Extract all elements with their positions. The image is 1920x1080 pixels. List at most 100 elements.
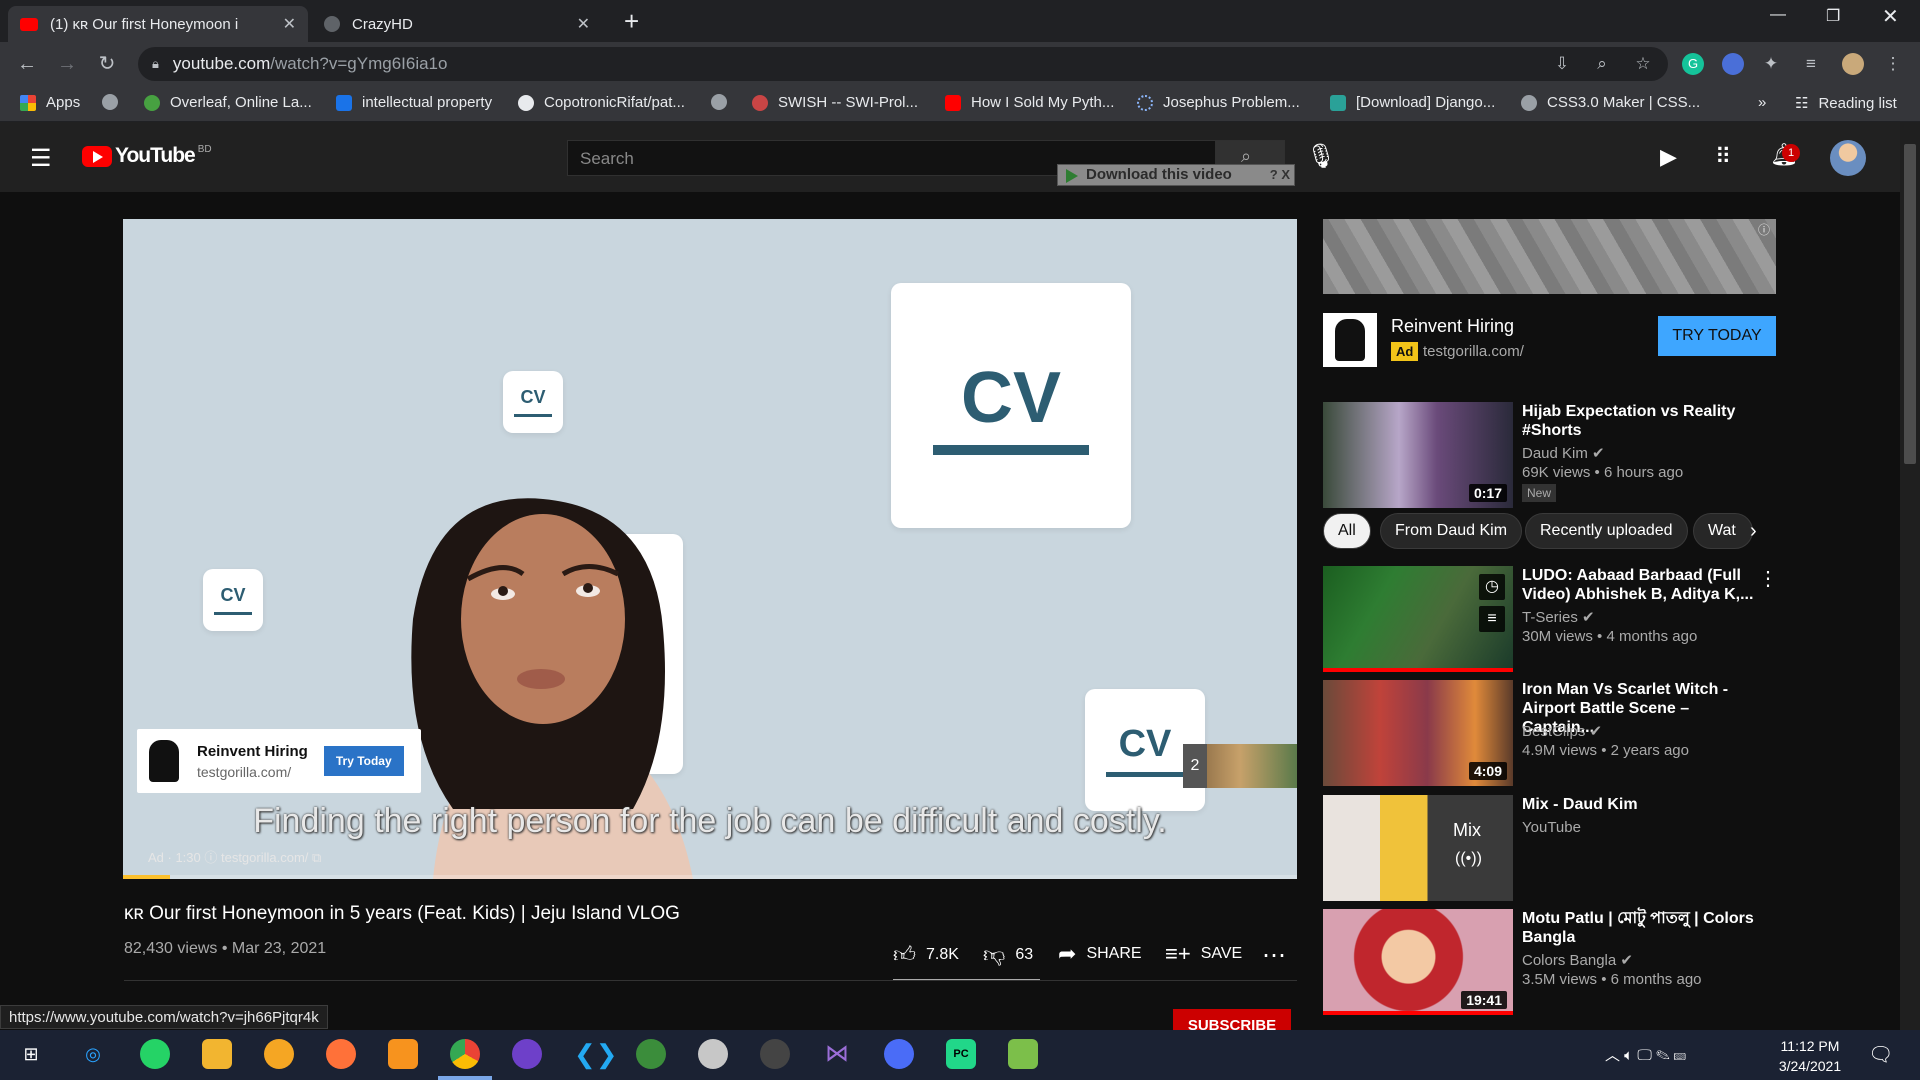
bookmark-overleaf[interactable]: Overleaf, Online La... (144, 94, 312, 111)
user-avatar[interactable] (1830, 140, 1866, 176)
sidebar-video-item[interactable]: ◷ ≡ LUDO: Aabaad Barbaad (Full Video) Ab… (1323, 566, 1778, 672)
browser-tab-strip: (1) ᴋʀ Our first Honeymoon i ✕ CrazyHD ✕… (0, 0, 1920, 42)
chip-recently-uploaded[interactable]: Recently uploaded (1525, 513, 1688, 549)
chip-watched[interactable]: Wat (1693, 513, 1753, 549)
install-app-icon[interactable]: ⇩ (1551, 53, 1573, 75)
more-actions-icon[interactable]: ⋯ (1262, 941, 1286, 970)
system-tray-icons[interactable]: ︿ 🔈︎ 🖵 ✎ ⌨ (1605, 1044, 1686, 1065)
close-tab-icon[interactable]: ✕ (577, 14, 590, 34)
save-button[interactable]: ≡+ SAVE (1165, 941, 1242, 967)
tab-crazyhd[interactable]: CrazyHD ✕ (312, 6, 602, 42)
testgorilla-logo-icon (149, 740, 179, 782)
add-to-queue-icon[interactable]: ≡ (1479, 606, 1505, 632)
new-tab-button[interactable]: + (624, 6, 639, 37)
ad-info-icon[interactable]: ⓘ (1758, 221, 1770, 238)
app-icon-lime[interactable] (1008, 1039, 1038, 1069)
vscode-icon[interactable]: ❮❯ (574, 1039, 618, 1069)
back-button[interactable]: ← (15, 52, 39, 76)
messenger-icon[interactable] (884, 1039, 914, 1069)
profile-avatar[interactable] (1842, 53, 1864, 75)
app-icon-green[interactable] (636, 1039, 666, 1069)
share-button[interactable]: ➦ SHARE (1058, 941, 1142, 967)
extension-icon[interactable] (1722, 53, 1744, 75)
firefox-icon[interactable] (326, 1039, 356, 1069)
chip-from-daud-kim[interactable]: From Daud Kim (1380, 513, 1523, 549)
app-icon-dark[interactable] (760, 1039, 790, 1069)
pycharm-icon[interactable]: PC (946, 1039, 976, 1069)
sidebar-video-item[interactable]: 4:09 Iron Man Vs Scarlet Witch - Airport… (1323, 680, 1776, 786)
chevron-right-icon[interactable]: › (1750, 520, 1757, 543)
tab-title: (1) ᴋʀ Our first Honeymoon i (50, 15, 239, 33)
reading-list-button[interactable]: ☷ Reading list (1795, 94, 1897, 113)
sidebar-video-item[interactable]: 0:17 Hijab Expectation vs Reality #Short… (1323, 402, 1776, 508)
app-icon[interactable] (264, 1039, 294, 1069)
search-icon[interactable]: ◎ (78, 1039, 108, 1069)
close-window-button[interactable]: ✕ (1882, 4, 1899, 29)
action-center-icon[interactable]: 🗨︎ (1868, 1042, 1893, 1067)
bookmark-globe-2[interactable] (711, 94, 737, 110)
chrome-menu-icon[interactable]: ⋮ (1882, 53, 1904, 75)
whatsapp-icon[interactable] (140, 1039, 170, 1069)
bookmark-apps[interactable]: Apps (20, 94, 80, 111)
grammarly-extension-icon[interactable]: G (1682, 53, 1704, 75)
app-icon-gray[interactable] (698, 1039, 728, 1069)
sidebar-ad-url: testgorilla.com/ (1423, 343, 1524, 360)
forward-button[interactable]: → (55, 52, 79, 76)
close-tab-icon[interactable]: ✕ (283, 14, 296, 34)
bookmark-swish[interactable]: SWISH -- SWI-Prol... (752, 94, 918, 111)
try-today-button[interactable]: TRY TODAY (1658, 316, 1776, 356)
youtube-logo[interactable]: YouTube BD (82, 144, 212, 168)
zoom-icon[interactable]: ⌕ (1591, 53, 1613, 75)
media-control-icon[interactable]: ≡ (1800, 53, 1822, 75)
bookmark-star-icon[interactable]: ☆ (1632, 53, 1654, 75)
hamburger-menu-icon[interactable]: ☰ (30, 144, 52, 173)
bookmark-intellectual-property[interactable]: intellectual property (336, 94, 492, 111)
dislike-button[interactable]: 👎︎ 63 (983, 941, 1033, 968)
visual-studio-icon[interactable]: ⋈ (822, 1039, 852, 1069)
reload-button[interactable]: ↻ (95, 52, 119, 76)
bookmark-css-maker[interactable]: CSS3.0 Maker | CSS... (1521, 94, 1700, 111)
extensions-puzzle-icon[interactable]: ✦ (1760, 53, 1782, 75)
next-ad-thumbnail[interactable]: 2 (1183, 744, 1297, 788)
sidebar-ad[interactable]: Reinvent Hiring Ad testgorilla.com/ TRY … (1323, 313, 1776, 367)
page-scrollbar[interactable] (1900, 122, 1920, 1030)
apps-grid-icon[interactable]: ⠿ (1715, 144, 1731, 170)
bookmarks-overflow-button[interactable]: » (1758, 94, 1766, 111)
taskbar-clock[interactable]: 11:12 PM 3/24/2021 (1770, 1036, 1850, 1076)
watch-later-clock-icon[interactable]: ◷ (1479, 574, 1505, 600)
address-bar[interactable]: 🔒︎ youtube.com/watch?v=gYmg6I6ia1o (138, 47, 1668, 81)
create-video-icon[interactable]: ▶︎ (1660, 144, 1677, 170)
bookmark-globe[interactable] (102, 94, 128, 110)
more-options-icon[interactable]: ⋮ (1758, 566, 1778, 591)
notification-count-badge: 1 (1782, 144, 1800, 162)
bookmark-github[interactable]: CopotronicRifat/pat... (518, 94, 685, 111)
download-overlay-controls[interactable]: ? X (1270, 165, 1290, 185)
minimize-window-button[interactable]: — (1770, 6, 1786, 24)
download-video-overlay[interactable]: Download this video ? X (1057, 164, 1295, 186)
app-icon-orange[interactable] (388, 1039, 418, 1069)
restore-window-button[interactable]: ❐ (1826, 6, 1840, 26)
ad-card-try-today-button[interactable]: Try Today (323, 746, 404, 776)
bookmark-josephus[interactable]: Josephus Problem... (1137, 94, 1300, 111)
mix-thumbnail: Mix ((•)) (1323, 795, 1513, 901)
sidebar-mix-item[interactable]: Mix ((•)) Mix - Daud Kim YouTube (1323, 795, 1776, 901)
voice-search-microphone-icon[interactable]: 🎙︎ (1306, 142, 1336, 171)
ad-info-label[interactable]: Ad · 1:30 ⓘ testgorilla.com/ ⧉ (148, 847, 321, 866)
subscribe-button[interactable]: SUBSCRIBE (1173, 1009, 1291, 1031)
tab-youtube[interactable]: (1) ᴋʀ Our first Honeymoon i ✕ (8, 6, 308, 42)
video-progress-bar[interactable] (123, 875, 1297, 879)
bookmark-django[interactable]: [Download] Django... (1330, 94, 1495, 111)
ad-banner-image[interactable]: ⓘ (1323, 219, 1776, 294)
scrollbar-thumb[interactable] (1904, 144, 1916, 464)
video-player[interactable]: CV CV CV CV Reinvent Hiring testgorilla.… (123, 219, 1297, 879)
bookmark-youtube[interactable]: How I Sold My Pyth... (945, 94, 1114, 111)
github-desktop-icon[interactable] (512, 1039, 542, 1069)
bookmarks-bar: Apps Overleaf, Online La... intellectual… (0, 86, 1920, 122)
chrome-icon[interactable] (450, 1039, 480, 1069)
windows-start-icon[interactable]: ⊞ (16, 1039, 46, 1069)
file-explorer-icon[interactable] (202, 1039, 232, 1069)
chip-all[interactable]: All (1323, 513, 1371, 549)
sidebar-video-item[interactable]: 19:41 Motu Patlu | মোটু পাতলু | Colors B… (1323, 909, 1776, 1015)
like-button[interactable]: 👍︎ 7.8K (893, 941, 959, 968)
ad-overlay-card[interactable]: Reinvent Hiring testgorilla.com/ Try Tod… (137, 729, 421, 793)
